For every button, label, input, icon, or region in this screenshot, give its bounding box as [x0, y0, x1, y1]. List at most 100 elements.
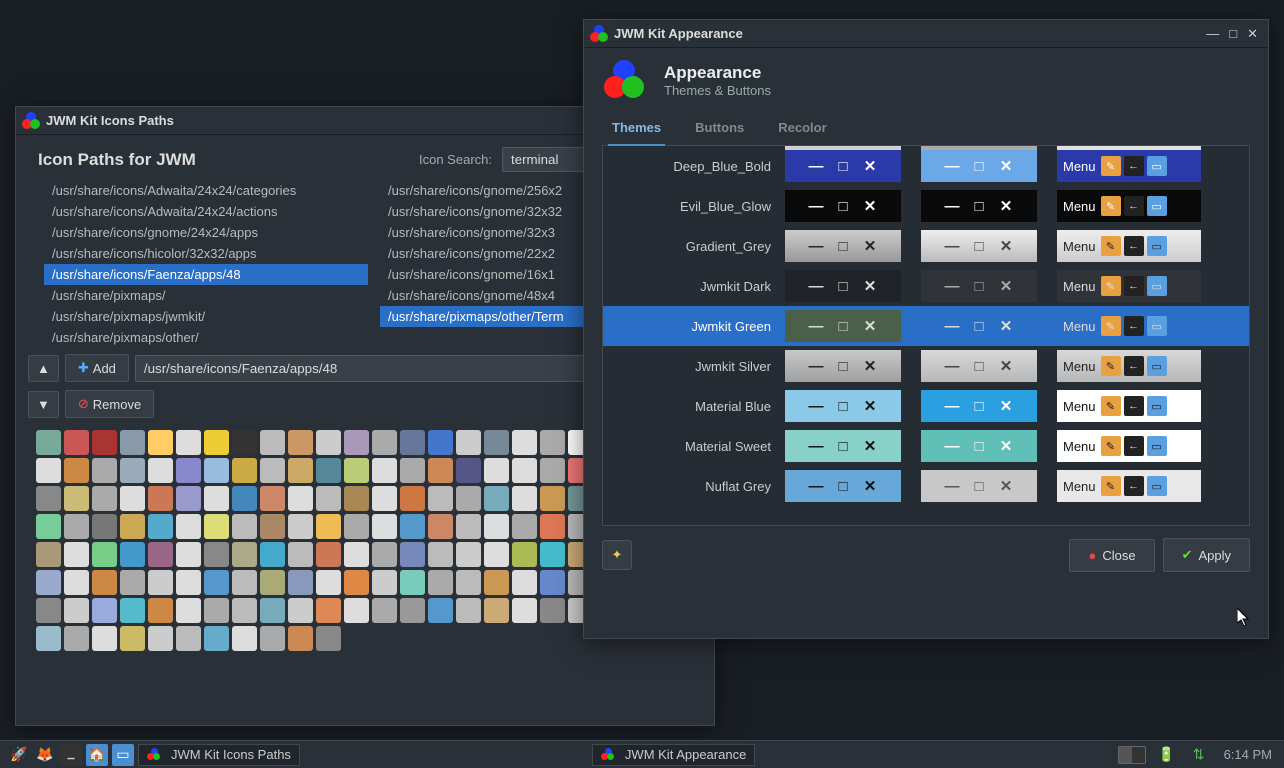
path-item[interactable]: /usr/share/icons/hicolor/32x32/apps — [44, 243, 368, 264]
icon-item[interactable] — [400, 486, 425, 511]
icon-item[interactable] — [540, 430, 565, 455]
task-appearance[interactable]: JWM Kit Appearance — [592, 744, 755, 766]
icon-item[interactable] — [540, 458, 565, 483]
icon-item[interactable] — [36, 514, 61, 539]
icon-item[interactable] — [344, 486, 369, 511]
icon-item[interactable] — [176, 430, 201, 455]
icon-item[interactable] — [64, 542, 89, 567]
icon-item[interactable] — [456, 458, 481, 483]
icon-item[interactable] — [344, 458, 369, 483]
path-item[interactable]: /usr/share/icons/gnome/24x24/apps — [44, 222, 368, 243]
theme-row[interactable]: Jwmkit Silver—□✕—□✕Menu✎←▭ — [603, 346, 1249, 386]
icon-item[interactable] — [484, 458, 509, 483]
icon-item[interactable] — [148, 458, 173, 483]
icon-item[interactable] — [316, 570, 341, 595]
icon-item[interactable] — [372, 542, 397, 567]
icon-item[interactable] — [232, 570, 257, 595]
icon-item[interactable] — [512, 598, 537, 623]
icon-item[interactable] — [400, 514, 425, 539]
icon-item[interactable] — [92, 514, 117, 539]
icon-item[interactable] — [148, 430, 173, 455]
icon-item[interactable] — [456, 430, 481, 455]
theme-row[interactable]: Jwmkit Dark—□✕—□✕Menu✎←▭ — [603, 266, 1249, 306]
path-input[interactable] — [135, 355, 607, 382]
icon-item[interactable] — [400, 598, 425, 623]
icon-item[interactable] — [36, 542, 61, 567]
icon-item[interactable] — [428, 542, 453, 567]
icon-item[interactable] — [148, 570, 173, 595]
icon-item[interactable] — [232, 542, 257, 567]
icon-item[interactable] — [176, 486, 201, 511]
icon-item[interactable] — [512, 542, 537, 567]
icon-item[interactable] — [372, 458, 397, 483]
path-item[interactable]: /usr/share/pixmaps/ — [44, 285, 368, 306]
icon-item[interactable] — [344, 430, 369, 455]
icon-item[interactable] — [428, 486, 453, 511]
icon-item[interactable] — [372, 514, 397, 539]
icon-item[interactable] — [260, 570, 285, 595]
icon-item[interactable] — [92, 570, 117, 595]
icon-item[interactable] — [148, 486, 173, 511]
show-desktop-icon[interactable]: ▭ — [112, 744, 134, 766]
icon-item[interactable] — [36, 570, 61, 595]
icon-item[interactable] — [260, 430, 285, 455]
theme-row[interactable]: Material Blue—□✕—□✕Menu✎←▭ — [603, 386, 1249, 426]
icon-item[interactable] — [204, 486, 229, 511]
icon-item[interactable] — [260, 598, 285, 623]
minimize-icon[interactable]: — — [1206, 26, 1219, 42]
path-item[interactable]: /usr/share/pixmaps/other/ — [44, 327, 368, 348]
icon-item[interactable] — [484, 570, 509, 595]
theme-list[interactable]: Darkgray—□✕—□✕Menu✎←▭Deep_Blue_Bold—□✕—□… — [602, 146, 1250, 526]
icon-item[interactable] — [92, 486, 117, 511]
icon-item[interactable] — [148, 626, 173, 651]
icon-item[interactable] — [120, 514, 145, 539]
icon-item[interactable] — [372, 430, 397, 455]
icon-item[interactable] — [316, 486, 341, 511]
icon-item[interactable] — [64, 486, 89, 511]
tab-buttons[interactable]: Buttons — [691, 112, 748, 145]
icon-item[interactable] — [512, 570, 537, 595]
icon-item[interactable] — [344, 542, 369, 567]
theme-row[interactable]: Evil_Blue_Glow—□✕—□✕Menu✎←▭ — [603, 186, 1249, 226]
icon-item[interactable] — [176, 570, 201, 595]
workspace-icon[interactable] — [1118, 746, 1146, 764]
icon-item[interactable] — [260, 542, 285, 567]
icon-item[interactable] — [176, 626, 201, 651]
apply-button[interactable]: ✔Apply — [1163, 538, 1250, 572]
close-icon[interactable]: ✕ — [1247, 26, 1258, 42]
icon-item[interactable] — [120, 598, 145, 623]
battery-icon[interactable]: 🔋 — [1156, 744, 1178, 766]
icon-item[interactable] — [148, 514, 173, 539]
icon-item[interactable] — [428, 458, 453, 483]
icon-item[interactable] — [36, 626, 61, 651]
menu-icon[interactable]: 🚀 — [8, 744, 30, 766]
icon-item[interactable] — [512, 486, 537, 511]
maximize-icon[interactable]: □ — [1229, 26, 1237, 42]
appearance-titlebar[interactable]: JWM Kit Appearance — □ ✕ — [584, 20, 1268, 48]
icon-item[interactable] — [92, 542, 117, 567]
theme-row[interactable]: Jwmkit Green—□✕—□✕Menu✎←▭ — [603, 306, 1249, 346]
icon-item[interactable] — [36, 430, 61, 455]
icon-item[interactable] — [316, 514, 341, 539]
icon-item[interactable] — [484, 514, 509, 539]
icon-item[interactable] — [120, 430, 145, 455]
icon-item[interactable] — [288, 598, 313, 623]
icon-item[interactable] — [64, 430, 89, 455]
move-down-button[interactable]: ▼ — [28, 391, 59, 418]
icon-item[interactable] — [204, 570, 229, 595]
icon-item[interactable] — [204, 514, 229, 539]
icon-item[interactable] — [148, 542, 173, 567]
icon-item[interactable] — [64, 570, 89, 595]
icon-item[interactable] — [120, 570, 145, 595]
icon-item[interactable] — [92, 458, 117, 483]
icon-item[interactable] — [372, 570, 397, 595]
clock[interactable]: 6:14 PM — [1218, 747, 1278, 762]
network-icon[interactable]: ⇅ — [1188, 744, 1210, 766]
icon-item[interactable] — [204, 542, 229, 567]
icon-item[interactable] — [316, 542, 341, 567]
icon-item[interactable] — [540, 486, 565, 511]
icon-item[interactable] — [316, 626, 341, 651]
icon-item[interactable] — [204, 458, 229, 483]
icon-item[interactable] — [288, 514, 313, 539]
icon-item[interactable] — [372, 486, 397, 511]
